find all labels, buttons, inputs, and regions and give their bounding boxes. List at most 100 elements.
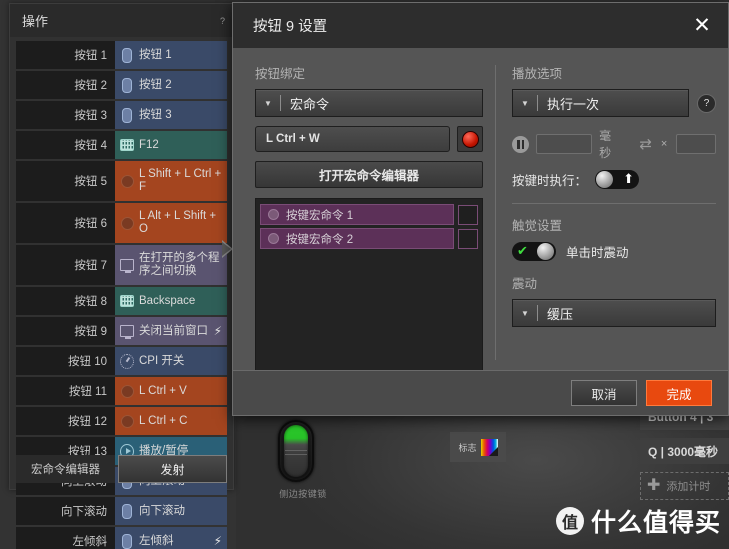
sidebar-row[interactable]: 按钮 9 关闭当前窗口 ⚡ — [16, 317, 227, 345]
add-timer-button[interactable]: ✚ 添加计时 — [640, 472, 729, 500]
section-divider — [512, 203, 716, 204]
sidebar-row-key: 按钮 8 — [16, 287, 115, 315]
haptic-toggle-label: 单击时震动 — [566, 246, 629, 260]
mouse-icon — [120, 503, 134, 519]
monitor-icon — [120, 258, 134, 273]
sidebar-row[interactable]: 向下滚动 向下滚动 — [16, 497, 227, 525]
sidebar-row[interactable]: 左倾斜 左倾斜 ⚡ — [16, 527, 227, 549]
scroll-wheel-graphic[interactable] — [278, 420, 314, 482]
bg-item-q[interactable]: Q | 3000毫秒 — [640, 438, 729, 464]
background-right-panel: Button 4 | 3 Q | 3000毫秒 ✚ 添加计时 — [640, 404, 729, 509]
wheel-line-1 — [285, 450, 307, 451]
dialog-title: 按钮 9 设置 — [253, 19, 328, 35]
haptic-toggle[interactable]: ✔ — [512, 242, 556, 261]
sidebar-row-value[interactable]: 按钮 1 — [115, 41, 227, 69]
sidebar-row[interactable]: 按钮 10 CPI 开关 — [16, 347, 227, 375]
record-button[interactable] — [457, 126, 483, 152]
sidebar-footer: 宏命令编辑器 发射 — [16, 455, 227, 483]
sidebar-row-label: 左倾斜 — [139, 534, 174, 547]
sidebar-row-value[interactable]: L Ctrl + C — [115, 407, 227, 435]
mouse-icon — [120, 77, 134, 93]
sidebar-row-label: L Ctrl + V — [139, 384, 187, 397]
sidebar-row[interactable]: 按钮 7 在打开的多个程序之间切换 — [16, 245, 227, 285]
sidebar-row-value[interactable]: L Shift + L Ctrl + F — [115, 161, 227, 201]
chevron-down-icon: ▼ — [521, 308, 529, 318]
sidebar-row-key: 按钮 4 — [16, 131, 115, 159]
sidebar-row-value[interactable]: 在打开的多个程序之间切换 — [115, 245, 227, 285]
sidebar-row-label: 向下滚动 — [139, 504, 185, 517]
sidebar-row-label: 按钮 2 — [139, 78, 172, 91]
lightning-icon: ⚡ — [213, 324, 222, 338]
macro-item-body[interactable]: 按键宏命令 1 — [260, 204, 454, 225]
logo-chip-label: 标志 — [458, 442, 477, 453]
macro-item-checkbox[interactable] — [458, 204, 478, 225]
delay-unit-label: 毫秒 — [599, 129, 612, 160]
watermark-badge: 值 — [556, 507, 584, 535]
sidebar-row-value[interactable]: CPI 开关 — [115, 347, 227, 375]
help-icon[interactable]: ? — [220, 16, 225, 26]
sidebar-row-key: 按钮 7 — [16, 245, 115, 285]
playback-help-icon[interactable]: ? — [697, 93, 716, 113]
sidebar-row-value[interactable]: 左倾斜 ⚡ — [115, 527, 227, 549]
dot-icon — [120, 216, 134, 230]
binding-value-input[interactable]: L Ctrl + W — [255, 126, 450, 152]
app-root: 侧边按键锁 标志 Button 4 | 3 Q | 3000毫秒 ✚ 添加计时 … — [0, 0, 729, 549]
sidebar-row[interactable]: 按钮 8 Backspace — [16, 287, 227, 315]
confirm-button[interactable]: 完成 — [646, 380, 712, 406]
macro-item-checkbox[interactable] — [458, 228, 478, 249]
toggle-knob — [596, 171, 614, 188]
actions-sidebar: 操作 ? 按钮 1 按钮 1 按钮 2 按钮 2 按钮 3 按钮 3 按钮 4 F12 按钮 5… — [9, 3, 234, 549]
vibration-select[interactable]: ▼ 缓压 — [512, 299, 716, 327]
color-swatch-icon — [480, 438, 498, 456]
add-timer-label: 添加计时 — [666, 481, 711, 493]
wheel-label: 侧边按键锁 — [279, 489, 327, 499]
playback-mode-select[interactable]: ▼ 执行一次 — [512, 89, 689, 117]
sidebar-row-value[interactable]: F12 — [115, 131, 227, 159]
fire-button[interactable]: 发射 — [118, 455, 227, 483]
sidebar-row-value[interactable]: 向下滚动 — [115, 497, 227, 525]
macro-item-body[interactable]: 按键宏命令 2 — [260, 228, 454, 249]
macro-list-item[interactable]: 按键宏命令 2 — [260, 228, 478, 249]
sidebar-row-value[interactable]: L Alt + L Shift + O — [115, 203, 227, 243]
open-macro-editor-button[interactable]: 打开宏命令编辑器 — [255, 161, 483, 188]
sidebar-row[interactable]: 按钮 3 按钮 3 — [16, 101, 227, 129]
sidebar-row-label: 在打开的多个程序之间切换 — [139, 252, 220, 277]
dialog-header: 按钮 9 设置 ✕ — [233, 3, 728, 49]
watermark-text: 什么值得买 — [591, 509, 722, 537]
delay-input[interactable] — [536, 134, 593, 154]
sidebar-row[interactable]: 按钮 4 F12 — [16, 131, 227, 159]
sidebar-row-value[interactable]: Backspace — [115, 287, 227, 315]
sidebar-row[interactable]: 按钮 1 按钮 1 — [16, 41, 227, 69]
haptic-toggle-row: ✔ 单击时震动 — [512, 242, 716, 261]
sidebar-row-value[interactable]: L Ctrl + V — [115, 377, 227, 405]
repeat-count-input[interactable] — [676, 134, 716, 154]
dialog-body: 按钮绑定 ▼ 宏命令 L Ctrl + W 打开宏命令编辑器 按键宏命令 1 按键… — [233, 49, 728, 381]
sidebar-row[interactable]: 按钮 5 L Shift + L Ctrl + F — [16, 161, 227, 201]
close-icon[interactable]: ✕ — [686, 10, 718, 42]
pause-icon — [512, 135, 529, 153]
button-settings-dialog: 按钮 9 设置 ✕ 按钮绑定 ▼ 宏命令 L Ctrl + W 打开宏命令编辑器 — [232, 2, 729, 416]
sidebar-row[interactable]: 按钮 2 按钮 2 — [16, 71, 227, 99]
sidebar-row[interactable]: 按钮 11 L Ctrl + V — [16, 377, 227, 405]
sidebar-row-key: 向下滚动 — [16, 497, 115, 525]
binding-type-select[interactable]: ▼ 宏命令 — [255, 89, 483, 117]
dot-icon — [120, 384, 134, 398]
sidebar-row-value[interactable]: 按钮 2 — [115, 71, 227, 99]
macro-list-item[interactable]: 按键宏命令 1 — [260, 204, 478, 225]
cancel-button[interactable]: 取消 — [571, 380, 637, 406]
sidebar-row-label: L Shift + L Ctrl + F — [139, 168, 222, 193]
sidebar-row[interactable]: 按钮 6 L Alt + L Shift + O — [16, 203, 227, 243]
sidebar-row[interactable]: 按钮 12 L Ctrl + C — [16, 407, 227, 435]
execute-on-toggle[interactable]: ⬆ — [595, 170, 640, 189]
sidebar-row-value[interactable]: 关闭当前窗口 ⚡ — [115, 317, 227, 345]
haptic-section-label: 触觉设置 — [512, 219, 563, 233]
sidebar-row-value[interactable]: 按钮 3 — [115, 101, 227, 129]
record-icon — [461, 130, 479, 148]
logo-chip[interactable]: 标志 — [450, 432, 506, 462]
macro-editor-button[interactable]: 宏命令编辑器 — [16, 455, 115, 483]
wheel-inner — [284, 425, 308, 477]
binding-type-value: 宏命令 — [290, 96, 330, 112]
sidebar-row-key: 按钮 10 — [16, 347, 115, 375]
sidebar-row-key: 按钮 1 — [16, 41, 115, 69]
sidebar-row-label: 关闭当前窗口 — [139, 324, 208, 337]
